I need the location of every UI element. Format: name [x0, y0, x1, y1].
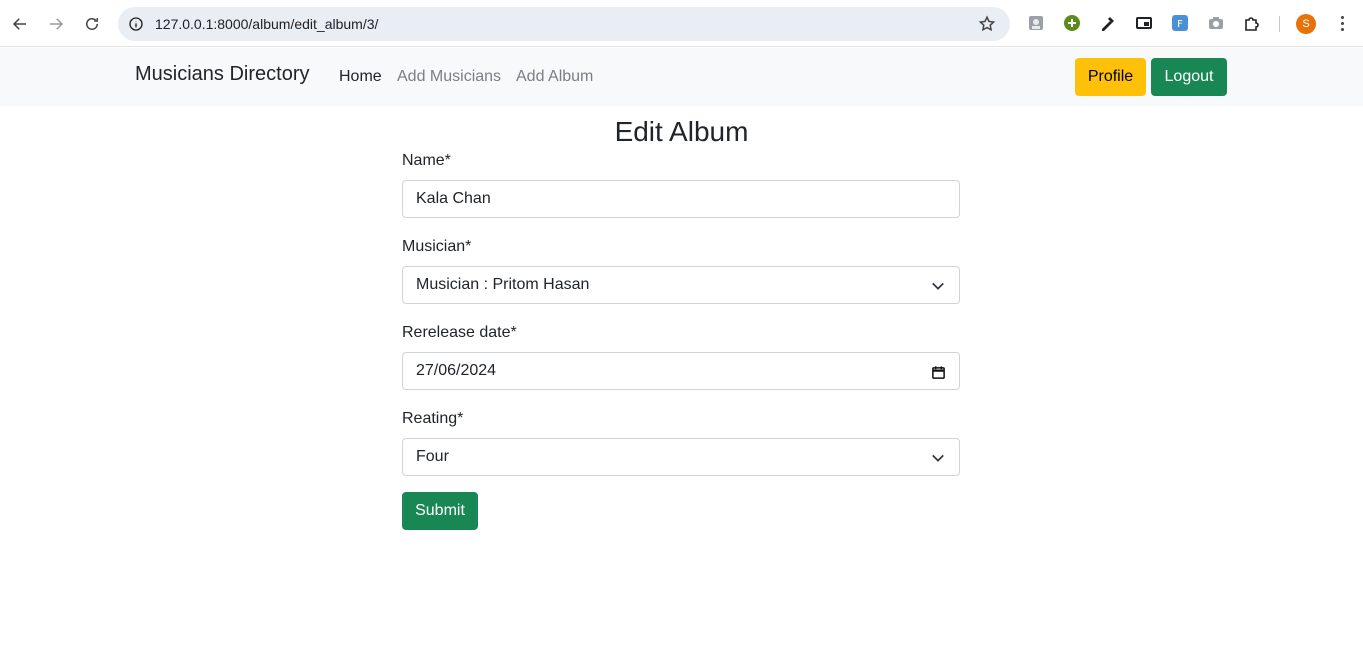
name-input[interactable]: Kala Chan — [402, 180, 960, 218]
extension-plus-icon[interactable] — [1063, 14, 1081, 32]
eyedropper-icon[interactable] — [1099, 14, 1117, 32]
chevron-down-icon — [930, 278, 946, 294]
rating-select-value: Four — [416, 448, 449, 465]
toolbar-divider — [1279, 16, 1280, 32]
musician-select[interactable]: Musician : Pritom Hasan — [402, 266, 960, 304]
submit-button[interactable]: Submit — [402, 492, 478, 530]
musician-label: Musician* — [402, 238, 472, 255]
nav-link-add-album[interactable]: Add Album — [516, 68, 593, 86]
rating-select[interactable]: Four — [402, 438, 960, 476]
extensions-puzzle-icon[interactable] — [1243, 14, 1261, 32]
picture-in-picture-icon[interactable] — [1135, 14, 1153, 32]
profile-button[interactable]: Profile — [1075, 58, 1146, 96]
release-date-input[interactable]: 27/06/2024 — [402, 352, 960, 390]
site-info-icon[interactable] — [127, 15, 145, 33]
extension-font-icon[interactable]: F — [1171, 14, 1189, 32]
nav-link-add-musicians[interactable]: Add Musicians — [397, 68, 501, 86]
page-title: Edit Album — [614, 116, 749, 147]
forward-arrow-icon[interactable] — [44, 12, 68, 36]
profile-avatar[interactable]: S — [1296, 14, 1316, 34]
back-arrow-icon[interactable] — [8, 12, 32, 36]
url-text[interactable]: 127.0.0.1:8000/album/edit_album/3/ — [155, 16, 378, 32]
chevron-down-icon — [930, 450, 946, 466]
rating-label: Reating* — [402, 410, 464, 427]
name-input-value: Kala Chan — [416, 190, 491, 207]
extension-photo-icon[interactable] — [1027, 14, 1045, 32]
bookmark-star-icon[interactable] — [978, 15, 996, 33]
release-date-value: 27/06/2024 — [416, 362, 497, 379]
name-label: Name* — [402, 152, 451, 169]
kebab-menu-icon[interactable] — [1333, 14, 1351, 32]
logout-button[interactable]: Logout — [1151, 58, 1227, 96]
app-navbar: Musicians Directory Home Add Musicians A… — [0, 48, 1363, 106]
brand-link[interactable]: Musicians Directory — [135, 63, 309, 86]
address-bar[interactable]: 127.0.0.1:8000/album/edit_album/3/ — [118, 7, 1010, 41]
camera-icon[interactable] — [1207, 14, 1225, 32]
calendar-icon[interactable] — [930, 364, 946, 380]
svg-text:F: F — [1177, 19, 1183, 30]
reload-icon[interactable] — [80, 12, 104, 36]
nav-link-home[interactable]: Home — [339, 68, 382, 86]
browser-toolbar: 127.0.0.1:8000/album/edit_album/3/ F S — [0, 0, 1363, 47]
release-date-label: Rerelease date* — [402, 324, 517, 341]
musician-select-value: Musician : Pritom Hasan — [416, 276, 590, 293]
